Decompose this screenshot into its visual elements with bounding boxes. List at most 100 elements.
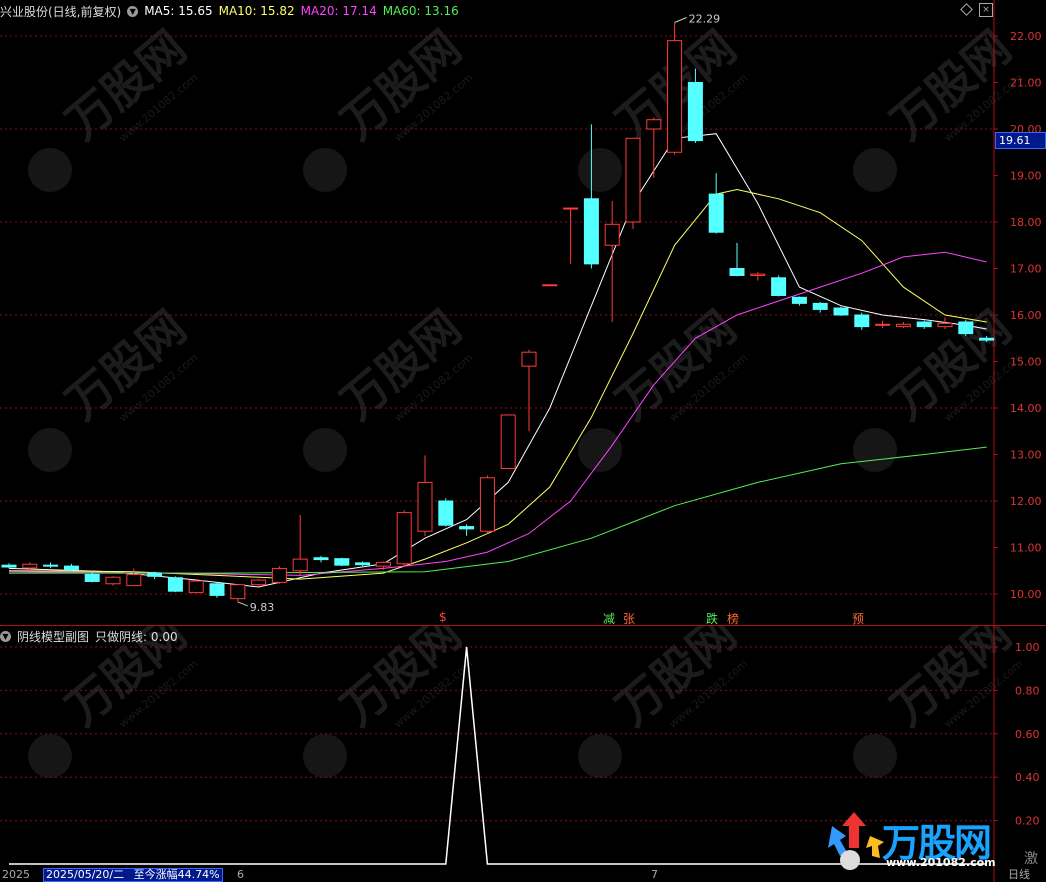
candle [230, 583, 246, 602]
price-tick-label: 10.00 [1010, 588, 1042, 601]
ma-line-ma20 [8, 251, 987, 576]
ma20-label: MA20: 17.14 [300, 4, 377, 18]
candle-body [563, 207, 579, 210]
signal-rise: 张 [623, 612, 636, 626]
candle [521, 349, 537, 432]
watermark-layer: 万股网www.201082.com万股网www.201082.com万股网www… [28, 20, 1025, 472]
candle [334, 557, 350, 567]
candle-body [147, 572, 163, 577]
candle [271, 566, 287, 584]
candle-body [646, 119, 662, 130]
candle-body [833, 307, 849, 316]
candle-body [43, 564, 59, 567]
status-period[interactable]: 日线 [1008, 868, 1030, 882]
signal-fall: 跌 [706, 612, 719, 626]
candle-body [459, 526, 475, 530]
price-tick-label: 18.00 [1010, 216, 1042, 229]
sub-title[interactable]: 阴线模型副图 [17, 628, 89, 645]
status-date-box: 2025/05/20/二 至今涨幅44.74% [43, 868, 223, 882]
candle [854, 312, 870, 330]
stock-label[interactable]: 兴业股份(日线,前复权) [0, 3, 121, 20]
candle [958, 319, 974, 336]
candle [875, 320, 891, 329]
candle [105, 576, 121, 586]
candle [479, 475, 495, 534]
price-tick-label: 12.00 [1010, 495, 1042, 508]
candle-body [895, 323, 911, 328]
candle [355, 561, 371, 567]
signal-reduce: 减 [603, 612, 616, 626]
candle [438, 498, 454, 527]
candle-body [355, 562, 371, 566]
watermark-bull-icon [28, 148, 72, 192]
candle [812, 301, 828, 313]
candle [209, 581, 225, 598]
watermark-layer-sub: 万股网www.201082.com 万股网www.201082.com 万股网www… [28, 626, 1025, 778]
sub-tick-label: 0.80 [1015, 684, 1040, 697]
candle-body [625, 137, 641, 223]
candle [147, 571, 163, 580]
watermark-bull-icon [578, 428, 622, 472]
candle [833, 306, 849, 316]
candle-body [771, 277, 787, 296]
candle-body [188, 580, 204, 594]
candle-body [1, 564, 17, 568]
status-year: 2025 [2, 868, 30, 881]
arrow-logo-icon [828, 812, 884, 870]
high-price-label: 22.29 [689, 13, 721, 26]
candle-body [479, 477, 495, 532]
main-price-chart[interactable]: 万股网www.201082.com万股网www.201082.com万股网www… [0, 0, 1046, 626]
candle-body [958, 321, 974, 335]
candle-body [167, 577, 183, 592]
sub-tick-label: 1.00 [1015, 641, 1040, 654]
candle-body [396, 512, 412, 565]
dropdown-icon[interactable]: ▼ [127, 5, 139, 17]
candle-body [854, 314, 870, 328]
sub-value-label: 只做阴线: 0.00 [95, 629, 178, 644]
status-month-a: 6 [237, 868, 244, 881]
candle-body [63, 565, 79, 571]
ma60-label: MA60: 13.16 [382, 4, 459, 18]
sub-tick-label: 0.60 [1015, 728, 1040, 741]
status-month-b: 7 [651, 868, 658, 881]
candle [708, 173, 724, 234]
close-panel-icon[interactable]: × [979, 3, 993, 17]
candle-body [729, 268, 745, 276]
candle [313, 555, 329, 563]
ma10-label: MA10: 15.82 [218, 4, 295, 18]
candle [895, 321, 911, 329]
watermark-bull-icon [578, 148, 622, 192]
watermark-bull-icon [853, 734, 897, 778]
status-bar: 2025 2025/05/20/二 至今涨幅44.74% 6 7 日线 [0, 868, 1046, 882]
price-tick-label: 17.00 [1010, 263, 1042, 276]
candle [542, 284, 558, 287]
signal-warn: 预 [852, 612, 865, 626]
candle [500, 414, 516, 469]
candle-body [251, 579, 267, 586]
ma-line-ma60 [9, 446, 987, 574]
candle-body [438, 500, 454, 526]
low-marker-line [237, 601, 248, 607]
candle-body [604, 223, 620, 246]
candle-body [126, 573, 142, 587]
price-axis: 22.0021.0020.0019.0018.0017.0016.0015.00… [994, 30, 1042, 601]
watermark-bull-icon [28, 734, 72, 778]
candle [667, 22, 683, 155]
candle-body [875, 323, 891, 326]
candle [916, 320, 932, 329]
brand-logo: 万股网 www.201082.com [826, 806, 1026, 874]
status-change: 至今涨幅44.74% [133, 868, 220, 881]
price-tick-label: 22.00 [1010, 30, 1042, 43]
low-price-label: 9.83 [250, 601, 274, 614]
candle-body [417, 481, 433, 532]
price-tick-label: 15.00 [1010, 356, 1042, 369]
candle-body [521, 351, 537, 367]
ma5-label: MA5: 15.65 [144, 4, 213, 18]
sub-tick-label: 0.40 [1015, 771, 1040, 784]
candle [167, 576, 183, 593]
sub-dropdown-icon[interactable]: ▼ [0, 630, 11, 642]
candle-body [313, 557, 329, 561]
candle-body [791, 296, 807, 304]
candle-body [687, 82, 703, 142]
candle [417, 455, 433, 536]
